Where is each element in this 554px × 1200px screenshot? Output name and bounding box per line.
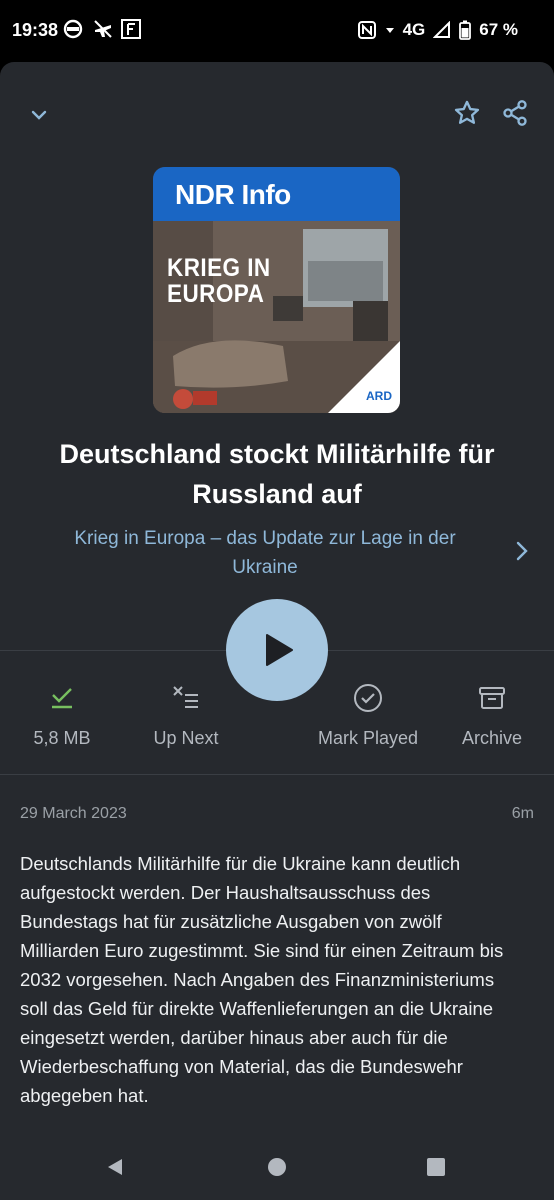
artwork-title-line1: KRIEG IN — [167, 254, 271, 282]
episode-duration: 6m — [511, 805, 534, 822]
status-bar: 19:38 4G 67 % — [0, 0, 554, 62]
battery-icon — [459, 20, 472, 40]
episode-title: Deutschland stockt Militärhilfe für Russ… — [59, 439, 495, 509]
podcast-artwork: NDR Info KRIEG IN EUROPA ARD — [153, 167, 400, 413]
archive-label: Archive — [461, 728, 523, 748]
check-circle-icon — [354, 684, 382, 712]
share-button[interactable] — [498, 96, 532, 130]
download-action[interactable]: 5,8 MB — [2, 680, 122, 749]
archive-icon — [479, 687, 505, 709]
nfc-icon — [357, 21, 376, 39]
mark-played-label: Mark Played — [317, 728, 419, 748]
archive-action[interactable]: Archive — [432, 680, 552, 749]
artwork-brand: NDR Info — [175, 179, 291, 210]
system-nav-bar — [0, 1138, 554, 1200]
chevron-down-icon — [31, 110, 47, 120]
podcast-link[interactable]: Krieg in Europa – das Update zur Lage in… — [40, 524, 490, 582]
chevron-right-icon — [516, 541, 528, 561]
f-box-icon — [121, 19, 141, 39]
back-nav-icon[interactable] — [104, 1156, 126, 1178]
status-time: 19:38 — [12, 20, 59, 40]
artwork-badge-logo: ARD — [366, 389, 392, 403]
data-arrow-icon — [385, 28, 394, 33]
up-next-label: Up Next — [153, 728, 219, 748]
share-icon — [503, 100, 527, 126]
up-next-action[interactable]: Up Next — [126, 680, 246, 749]
airplane-off-icon — [94, 20, 112, 38]
status-right: 4G 67 % — [357, 20, 518, 40]
divider — [0, 774, 554, 775]
favorite-button[interactable] — [450, 96, 484, 130]
recents-nav-icon[interactable] — [426, 1157, 446, 1177]
collapse-button[interactable] — [24, 100, 54, 130]
episode-description: Deutschlands Militärhilfe für die Ukrain… — [20, 853, 504, 1106]
artwork-title-line2: EUROPA — [167, 280, 265, 308]
play-icon — [266, 634, 293, 666]
episode-sheet: NDR Info KRIEG IN EUROPA ARD Deutschland… — [0, 62, 554, 1200]
sync-icon — [63, 19, 83, 39]
home-nav-icon[interactable] — [266, 1156, 288, 1178]
signal-icon — [433, 21, 451, 38]
battery-label: 67 % — [479, 20, 518, 39]
episode-date: 29 March 2023 — [20, 805, 127, 822]
mark-played-action[interactable]: Mark Played — [308, 680, 428, 749]
downloaded-check-icon — [52, 688, 72, 709]
network-label: 4G — [402, 20, 426, 39]
podcast-link-chevron[interactable] — [512, 540, 532, 567]
star-icon — [454, 100, 480, 124]
up-next-icon — [173, 686, 198, 708]
download-size-label: 5,8 MB — [33, 728, 91, 748]
